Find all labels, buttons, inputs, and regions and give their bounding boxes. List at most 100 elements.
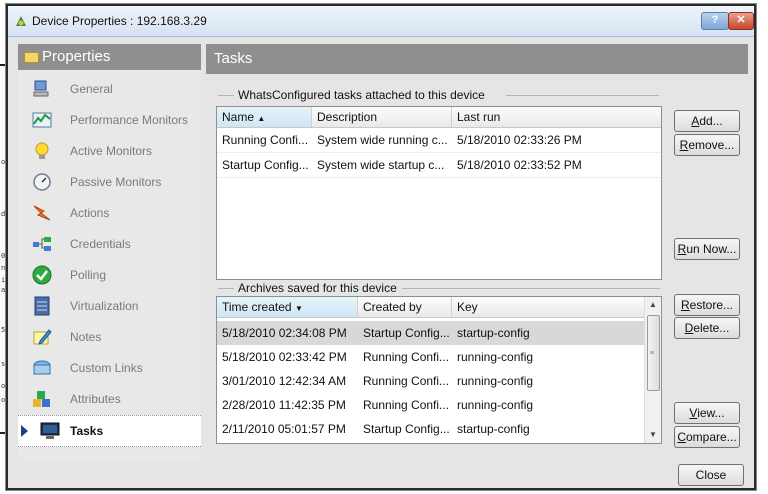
task-last-run-cell: 5/18/2010 02:33:26 PM [457,133,582,147]
table-row[interactable]: 5/18/2010 02:33:42 PM Running Confi... r… [217,345,644,369]
archive-time-cell: 2/11/2010 05:01:57 PM [222,422,346,436]
sidebar-item-label: General [70,82,113,96]
archive-created-by-cell: Running Confi... [363,374,450,388]
tasks-panel: Tasks WhatsConfigured tasks attached to … [206,44,748,462]
column-header-created-by[interactable]: Created by [358,297,452,317]
task-last-run-cell: 5/18/2010 02:33:52 PM [457,158,582,172]
sidebar-item-virtualization[interactable]: Virtualization [18,291,201,321]
archives-scrollbar[interactable]: ▲ ≡ ▼ [644,297,661,443]
column-header-time-created[interactable]: Time created ▼ [217,297,358,317]
column-label: Name [222,110,255,124]
sidebar-item-general[interactable]: General [18,74,201,104]
check-icon [32,265,52,285]
remove-button[interactable]: Remove... [674,134,740,156]
blocks-icon [33,391,50,407]
close-button[interactable]: Close [678,464,744,486]
folder-icon [24,52,39,63]
delete-button[interactable]: Delete... [674,317,740,339]
table-row[interactable]: 3/01/2010 12:42:34 AM Running Confi... r… [217,369,644,393]
column-header-description[interactable]: Description [312,107,452,127]
archive-key-cell: startup-config [457,422,530,436]
sidebar-item-label: Attributes [70,392,121,406]
sidebar-item-custom-links[interactable]: Custom Links [18,353,201,383]
sidebar-item-active-monitors[interactable]: Active Monitors [18,136,201,166]
table-row[interactable]: Running Confi... System wide running c..… [217,128,661,152]
monitor-icon [40,422,60,439]
sidebar-item-tasks[interactable]: Tasks [18,415,201,447]
server-icon [34,296,50,316]
chart-icon [32,112,52,128]
bg-text: o [1,382,6,390]
bg-text: 0 [1,252,6,260]
mnemonic: R [677,242,687,256]
sidebar-item-label: Credentials [70,237,131,251]
archives-list[interactable]: Time created ▼ Created by Key 5/18/2010 … [216,296,662,444]
sidebar-item-actions[interactable]: Actions [18,198,201,228]
panel-title: Tasks [206,44,748,74]
close-window-button[interactable]: ✕ [728,12,754,30]
properties-sidebar: Properties General Performance Monitors … [18,44,201,462]
sort-ascending-icon: ▲ [257,114,266,123]
compare-button[interactable]: Compare... [674,426,740,448]
column-header-last-run[interactable]: Last run [452,107,661,127]
column-header-key[interactable]: Key [452,297,644,317]
add-button[interactable]: Add... [674,110,740,132]
bg-text: a [1,286,6,294]
run-now-button[interactable]: Run Now... [674,238,740,260]
archive-created-by-cell: Startup Config... [363,422,450,436]
sidebar-item-passive-monitors[interactable]: Passive Monitors [18,167,201,197]
sidebar-item-polling[interactable]: Polling [18,260,201,290]
links-icon [33,360,51,375]
mnemonic: D [684,321,694,335]
button-label: emove... [688,138,735,152]
view-button[interactable]: View... [674,402,740,424]
sidebar-item-credentials[interactable]: Credentials [18,229,201,259]
device-properties-dialog: Device Properties : 192.168.3.29 ? ✕ Pro… [6,4,756,490]
gauge-icon [33,173,51,191]
task-description-cell: System wide running c... [317,133,448,147]
bg-text: s [1,360,6,368]
mnemonic: R [680,298,690,312]
sidebar-item-notes[interactable]: Notes [18,322,201,352]
group-divider [506,95,659,96]
computer-icon [33,80,49,97]
network-icon [33,237,51,251]
button-label: dd... [699,114,723,128]
grip-icon: ≡ [650,350,655,357]
task-name-cell: Running Confi... [222,133,309,147]
button-label: un Now... [686,242,737,256]
scrollbar-thumb[interactable]: ≡ [647,315,660,391]
button-label: iew... [697,406,725,420]
tasks-list[interactable]: Name ▲ Description Last run Running Conf… [216,106,662,280]
archive-created-by-cell: Startup Config... [363,326,450,340]
column-header-name[interactable]: Name ▲ [217,107,312,127]
scroll-up-icon[interactable]: ▲ [645,297,661,313]
table-row[interactable]: Startup Config... System wide startup c.… [217,153,661,177]
table-row[interactable]: 5/18/2010 02:34:08 PM Startup Config... … [217,321,644,345]
tasks-list-header: Name ▲ Description Last run [217,107,661,128]
table-row[interactable]: 2/11/2010 05:01:57 PM Startup Config... … [217,417,644,441]
sidebar-item-label: Actions [70,206,110,220]
help-button[interactable]: ? [701,12,729,30]
lightbulb-icon [35,142,49,159]
archives-group-label: Archives saved for this device [234,281,401,295]
archive-time-cell: 2/28/2010 11:42:35 PM [222,398,346,412]
bg-text: n [1,264,6,272]
sidebar-item-attributes[interactable]: Attributes [18,384,201,414]
task-description-cell: System wide startup c... [317,158,445,172]
sidebar-item-label: Tasks [70,424,104,438]
table-row[interactable]: 2/28/2010 11:42:35 PM Running Confi... r… [217,393,644,417]
window-title: Device Properties : 192.168.3.29 [32,14,207,28]
archive-created-by-cell: Running Confi... [363,350,450,364]
title-bar[interactable]: Device Properties : 192.168.3.29 ? ✕ [8,6,754,37]
archive-key-cell: running-config [457,350,534,364]
group-divider [402,288,660,289]
bg-text: o [1,396,6,404]
sidebar-item-performance-monitors[interactable]: Performance Monitors [18,105,201,135]
task-name-cell: Startup Config... [222,158,309,172]
restore-button[interactable]: Restore... [674,294,740,316]
scroll-down-icon[interactable]: ▼ [645,427,661,443]
button-label: estore... [689,298,734,312]
tasks-group-label: WhatsConfigured tasks attached to this d… [234,88,489,102]
lightning-icon [33,205,51,221]
